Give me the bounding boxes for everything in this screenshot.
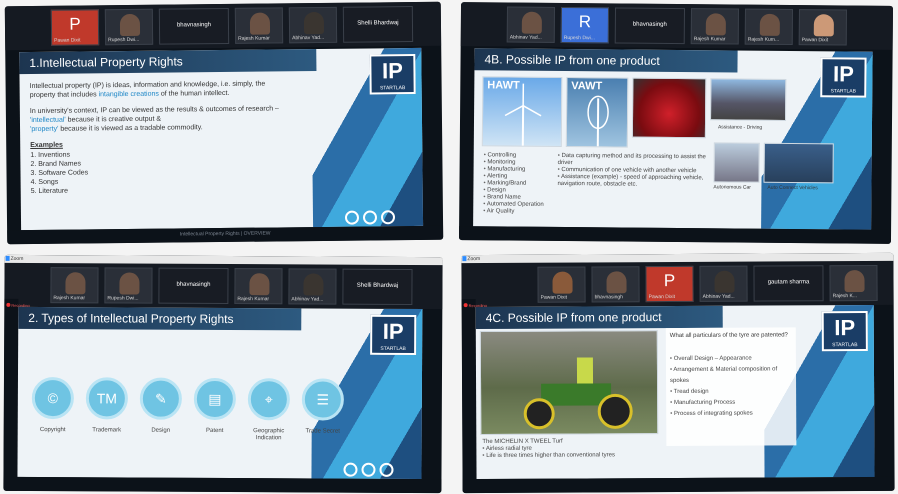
participant-tile[interactable]: Abhinav Yad...: [288, 268, 337, 305]
design-icon: ✎: [139, 377, 182, 420]
slide-title: 4B. Possible IP from one product: [474, 48, 738, 73]
list-item: 5. Literature: [30, 187, 69, 196]
participant-tile[interactable]: Rajesh Kumar: [50, 267, 99, 304]
avatar: [844, 270, 865, 293]
slide-footer: [462, 476, 895, 494]
bullets-right: Data capturing method and its processing…: [557, 153, 707, 189]
avatar: [249, 12, 271, 35]
participant-tile[interactable]: Rajesh Kumar: [690, 8, 740, 45]
slide-nav-circles: [344, 210, 396, 225]
tyre-caption: The MICHELIN X TWEEL Turf Airless radial…: [482, 438, 672, 460]
photo-panel-ip-rights: P Pawan Dixit Rupesh Dwi... bhavnasingh R…: [4, 1, 444, 245]
zoom-app-icon: [5, 255, 10, 261]
avatar: [65, 272, 86, 295]
avatar: [606, 271, 627, 294]
slide: 2. Types of Intellectual Property Rights…: [17, 306, 423, 480]
bullets-left: ControllingMonitoringManufacturingAlerti…: [483, 152, 554, 216]
participant-tile[interactable]: Pawan Dixit: [798, 9, 847, 46]
ip-startlab-logo: IP STARTLAB: [369, 53, 416, 95]
participant-tile[interactable]: P Pawan Dixit: [645, 265, 694, 303]
avatar: [303, 11, 325, 35]
participant-tile[interactable]: Rajesh Kumar: [234, 7, 284, 44]
participant-strip: Abhinav Yad... R Rupesh Dwi... bhavnasing…: [460, 2, 894, 50]
examples-list: 1. Inventions 2. Brand Names 3. Software…: [30, 148, 280, 196]
participant-tile[interactable]: Rajesh Kumar: [234, 268, 283, 305]
ip-startlab-logo: IP STARTLAB: [820, 57, 867, 98]
slide: 4B. Possible IP from one product IP START…: [473, 48, 873, 230]
participant-tile[interactable]: Pawan Dixit: [537, 266, 586, 303]
mower-image: [479, 330, 659, 436]
slide-footer: [458, 226, 892, 244]
ip-type-trade-secret: ☰ Trade Secret: [301, 378, 344, 442]
photo-panel-ip-types: Zoom Rajesh Kumar Rupesh Dwi... bhavnasi…: [3, 254, 443, 494]
participant-strip: Pawan Dixit bhavnasingh P Pawan Dixit Abh…: [461, 260, 894, 308]
vertical-turbine-image: VAWT: [565, 77, 629, 148]
slide-title: 4C. Possible IP from one product: [475, 305, 723, 330]
avatar: [714, 270, 735, 293]
autonomous-car-image: [713, 142, 760, 183]
connected-vehicles-image: [763, 142, 834, 184]
avatar: [249, 273, 270, 296]
participant-tile[interactable]: bhavnasingh: [158, 7, 230, 45]
participant-tile[interactable]: Abhinav Yad...: [699, 265, 748, 302]
participant-tile[interactable]: bhavnasingh: [158, 267, 229, 305]
ip-type-design: ✎ Design: [139, 377, 182, 442]
participant-strip: P Pawan Dixit Rupesh Dwi... bhavnasingh R…: [4, 1, 442, 51]
secret-icon: ☰: [301, 378, 344, 421]
slide: 4C. Possible IP from one product IP START…: [475, 304, 875, 480]
photo-panel-4c: Zoom Pawan Dixit bhavnasingh P Pawan Dixi…: [461, 252, 895, 494]
participant-tile[interactable]: Shelli Bhardwaj: [342, 268, 413, 305]
ip-startlab-logo: IP STARTLAB: [821, 311, 868, 352]
participant-tile[interactable]: Shelli Bhardwaj: [342, 6, 414, 43]
participant-tile[interactable]: R Rupesh Dwi...: [560, 6, 610, 44]
participant-tile[interactable]: Abhinav Yad...: [288, 6, 338, 44]
ip-type-copyright: © Copyright: [31, 376, 74, 441]
avatar: [813, 14, 834, 37]
participant-tile[interactable]: bhavnasingh: [614, 7, 686, 45]
zoom-app-icon: [462, 256, 467, 262]
slide-body: Intellectual property (IP) is ideas, inf…: [29, 80, 280, 196]
ip-startlab-logo: IP STARTLAB: [370, 314, 417, 356]
slide-footer: [3, 476, 442, 494]
avatar: [119, 272, 140, 295]
participant-tile[interactable]: bhavnasingh: [591, 266, 640, 303]
participant-tile[interactable]: Abhinav Yad...: [506, 6, 556, 43]
patent-points-box: What all particulars of the tyre are pat…: [665, 327, 797, 447]
avatar: [759, 13, 780, 36]
avatar: [119, 13, 141, 37]
participant-tile[interactable]: Rupesh Dwi...: [104, 8, 154, 46]
image-caption: Assistance - Driving: [717, 124, 763, 131]
ip-type-patent: ▤ Patent: [193, 377, 236, 442]
ip-type-trademark: TM Trademark: [85, 377, 128, 441]
slide-nav-circles: [343, 462, 394, 477]
participant-tile[interactable]: Rajesh K...: [829, 264, 878, 302]
participant-tile[interactable]: Rajesh Kum...: [744, 8, 793, 46]
map-icon: ⌖: [247, 378, 290, 421]
participant-tile[interactable]: gautam sharma: [753, 265, 824, 302]
ip-types-row: © Copyright TM Trademark ✎ Design ▤ Patent ⌖…: [31, 376, 344, 443]
photo-panel-4b: Abhinav Yad... R Rupesh Dwi... bhavnasing…: [458, 2, 894, 244]
avatar: [552, 271, 573, 294]
left-panel: [3, 298, 19, 491]
copyright-icon: ©: [31, 376, 74, 420]
slide-title: 1.Intellectual Property Rights: [19, 49, 317, 75]
avatar: [705, 13, 726, 36]
red-car-image: [631, 77, 707, 139]
avatar: [521, 11, 542, 34]
left-panel: [461, 299, 477, 494]
ip-type-geographic-indication: ⌖ Geographic Indication: [247, 378, 290, 442]
driving-assist-image: [710, 78, 787, 121]
image-caption: Auto Connect Vehicles: [767, 184, 818, 192]
patent-icon: ▤: [193, 377, 236, 421]
slide-title: 2. Types of Intellectual Property Rights: [18, 306, 302, 331]
wind-turbine-image: HAWT: [481, 76, 563, 148]
avatar: [303, 273, 324, 296]
participant-tile[interactable]: P Pawan Dixit: [50, 9, 100, 46]
slide: 1.Intellectual Property Rights IP STARTLA…: [19, 47, 424, 231]
image-caption: Autonomous Car: [713, 184, 751, 191]
participant-tile[interactable]: Rupesh Dwi...: [104, 267, 153, 304]
participant-strip: Rajesh Kumar Rupesh Dwi... bhavnasingh R…: [4, 262, 443, 310]
patent-points-list: Overall Design – Appearance Arrangement …: [670, 353, 790, 420]
trademark-icon: TM: [85, 377, 128, 420]
